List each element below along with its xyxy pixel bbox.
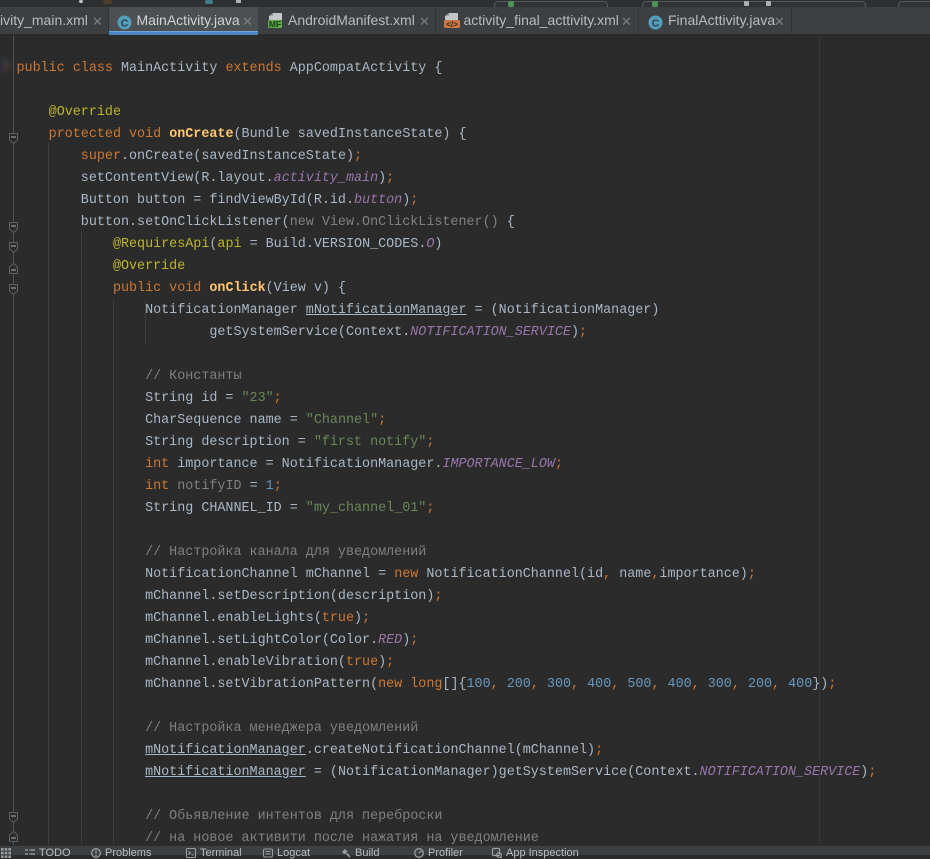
svg-text:</>: </> bbox=[446, 20, 458, 29]
svg-text:C: C bbox=[652, 18, 660, 30]
svg-text:C: C bbox=[121, 18, 129, 30]
svg-text:MF: MF bbox=[269, 19, 281, 29]
